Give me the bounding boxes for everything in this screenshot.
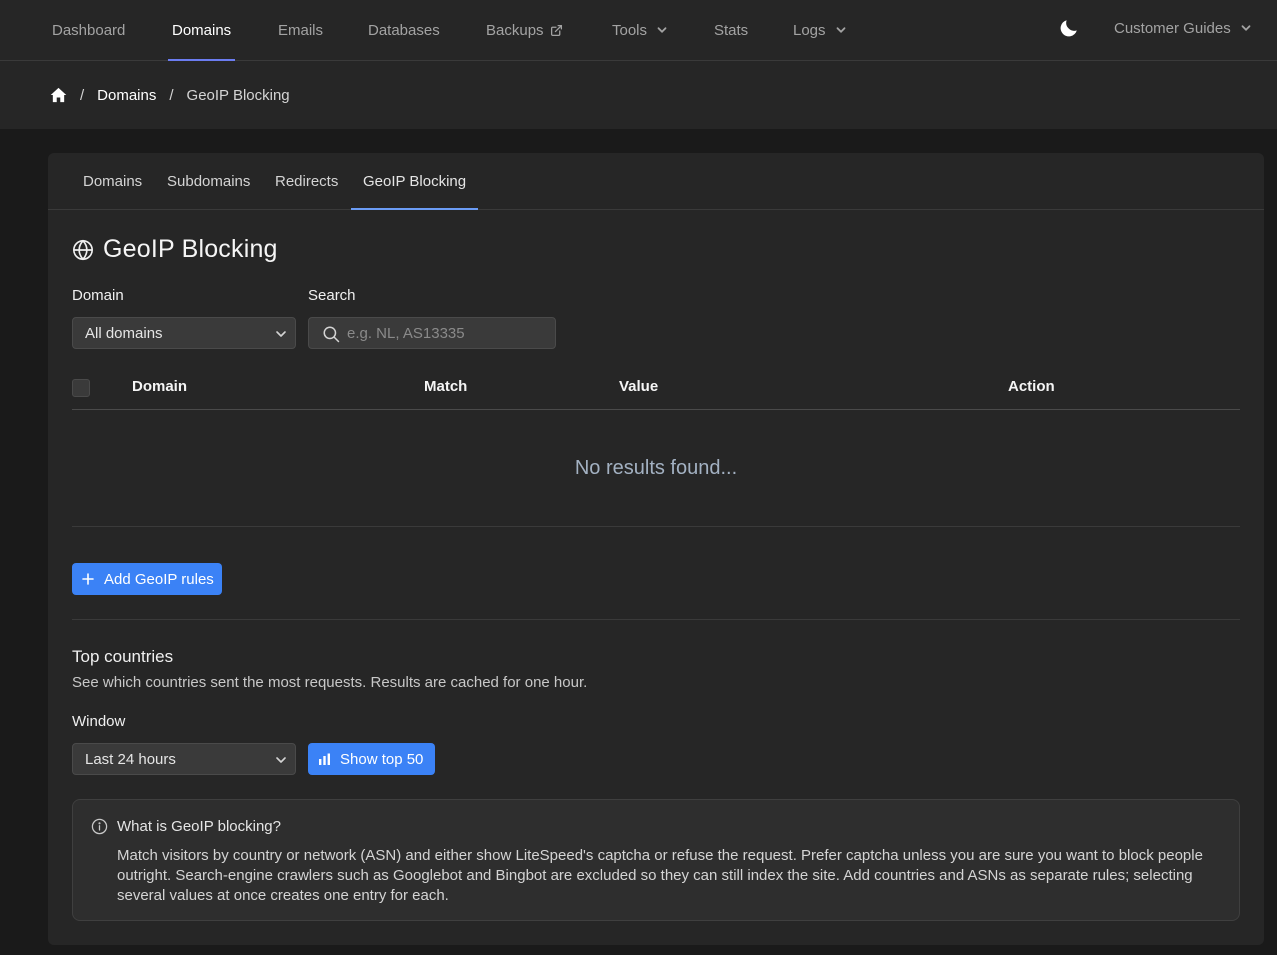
tab-geoip-blocking[interactable]: GeoIP Blocking	[350, 153, 479, 210]
domain-select-value: All domains	[85, 324, 163, 342]
external-link-icon	[550, 24, 562, 36]
search-icon	[323, 326, 340, 343]
tab-subdomains-label: Subdomains	[167, 172, 251, 190]
home-icon[interactable]	[50, 87, 67, 103]
table-header: Domain Match Value Action	[72, 373, 1240, 410]
domain-tabs: Domains Subdomains Redirects GeoIP Block…	[48, 153, 1264, 210]
select-all-checkbox[interactable]	[72, 379, 90, 397]
customer-guides-menu[interactable]: Customer Guides	[1114, 0, 1251, 56]
customer-guides-label: Customer Guides	[1114, 19, 1231, 37]
nav-databases-label: Databases	[368, 21, 440, 39]
window-label: Window	[72, 713, 126, 730]
section-divider	[72, 619, 1240, 620]
show-top-50-label: Show top 50	[340, 750, 424, 768]
page-title: GeoIP Blocking	[72, 235, 278, 264]
column-value: Value	[619, 378, 659, 395]
window-select-value: Last 24 hours	[85, 750, 176, 768]
show-top-50-button[interactable]: Show top 50	[308, 743, 435, 775]
add-geoip-rules-button[interactable]: Add GeoIP rules	[72, 563, 222, 595]
window-select[interactable]: Last 24 hours	[72, 743, 296, 775]
nav-emails[interactable]: Emails	[278, 0, 323, 60]
nav-stats-label: Stats	[714, 21, 749, 39]
tab-redirects-label: Redirects	[275, 172, 339, 190]
search-input[interactable]	[347, 318, 547, 348]
breadcrumb-separator: /	[169, 86, 174, 104]
chevron-down-icon	[657, 27, 667, 33]
bar-chart-icon	[319, 753, 330, 765]
nav-domains-label: Domains	[172, 21, 232, 39]
info-icon	[91, 818, 108, 835]
nav-dashboard[interactable]: Dashboard	[52, 0, 125, 60]
plus-icon	[82, 573, 94, 585]
top-countries-heading: Top countries	[72, 647, 174, 666]
nav-databases[interactable]: Databases	[368, 0, 440, 60]
nav-logs-label: Logs	[793, 21, 826, 39]
column-action: Action	[1008, 378, 1055, 395]
theme-toggle-button[interactable]	[1058, 17, 1080, 39]
breadcrumb: / Domains / GeoIP Blocking	[50, 61, 290, 129]
search-label: Search	[308, 287, 356, 304]
breadcrumb-separator: /	[80, 86, 85, 104]
nav-emails-label: Emails	[278, 21, 324, 39]
nav-domains[interactable]: Domains	[167, 0, 236, 61]
nav-logs[interactable]: Logs	[793, 0, 846, 60]
top-countries-description: See which countries sent the most reques…	[72, 674, 588, 691]
nav-backups[interactable]: Backups	[486, 0, 563, 60]
column-match: Match	[424, 378, 468, 395]
search-field	[308, 317, 556, 349]
chevron-down-icon	[836, 27, 845, 33]
nav-dashboard-label: Dashboard	[52, 21, 126, 39]
breadcrumb-current: GeoIP Blocking	[186, 86, 290, 104]
breadcrumb-bar: / Domains / GeoIP Blocking	[0, 61, 1277, 129]
chevron-down-icon	[276, 331, 286, 337]
chevron-down-icon	[1241, 25, 1251, 31]
breadcrumb-domains-link[interactable]: Domains	[97, 87, 156, 104]
tab-domains[interactable]: Domains	[83, 153, 142, 209]
top-nav: Dashboard Domains Emails Databases Backu…	[0, 0, 1277, 61]
moon-icon	[1060, 20, 1077, 37]
chevron-down-icon	[276, 757, 286, 763]
add-geoip-rules-label: Add GeoIP rules	[104, 570, 214, 588]
nav-tools[interactable]: Tools	[612, 0, 667, 60]
table-empty-state: No results found...	[72, 410, 1240, 527]
main-card: Domains Subdomains Redirects GeoIP Block…	[48, 153, 1264, 945]
info-body: Match visitors by country or network (AS…	[117, 847, 1203, 904]
globe-icon	[73, 239, 93, 260]
info-box: What is GeoIP blocking? Match visitors b…	[72, 799, 1240, 921]
column-domain: Domain	[132, 378, 188, 395]
info-heading: What is GeoIP blocking?	[117, 818, 281, 835]
tab-subdomains[interactable]: Subdomains	[167, 153, 250, 209]
nav-backups-label: Backups	[486, 21, 544, 39]
page-title-text: GeoIP Blocking	[103, 235, 278, 263]
tab-domains-label: Domains	[83, 172, 143, 190]
tab-geoip-blocking-label: GeoIP Blocking	[363, 172, 467, 190]
domain-filter-label: Domain	[72, 287, 124, 304]
domain-select[interactable]: All domains	[72, 317, 296, 349]
nav-tools-label: Tools	[612, 21, 648, 39]
nav-stats[interactable]: Stats	[714, 0, 748, 60]
tab-redirects[interactable]: Redirects	[275, 153, 338, 209]
